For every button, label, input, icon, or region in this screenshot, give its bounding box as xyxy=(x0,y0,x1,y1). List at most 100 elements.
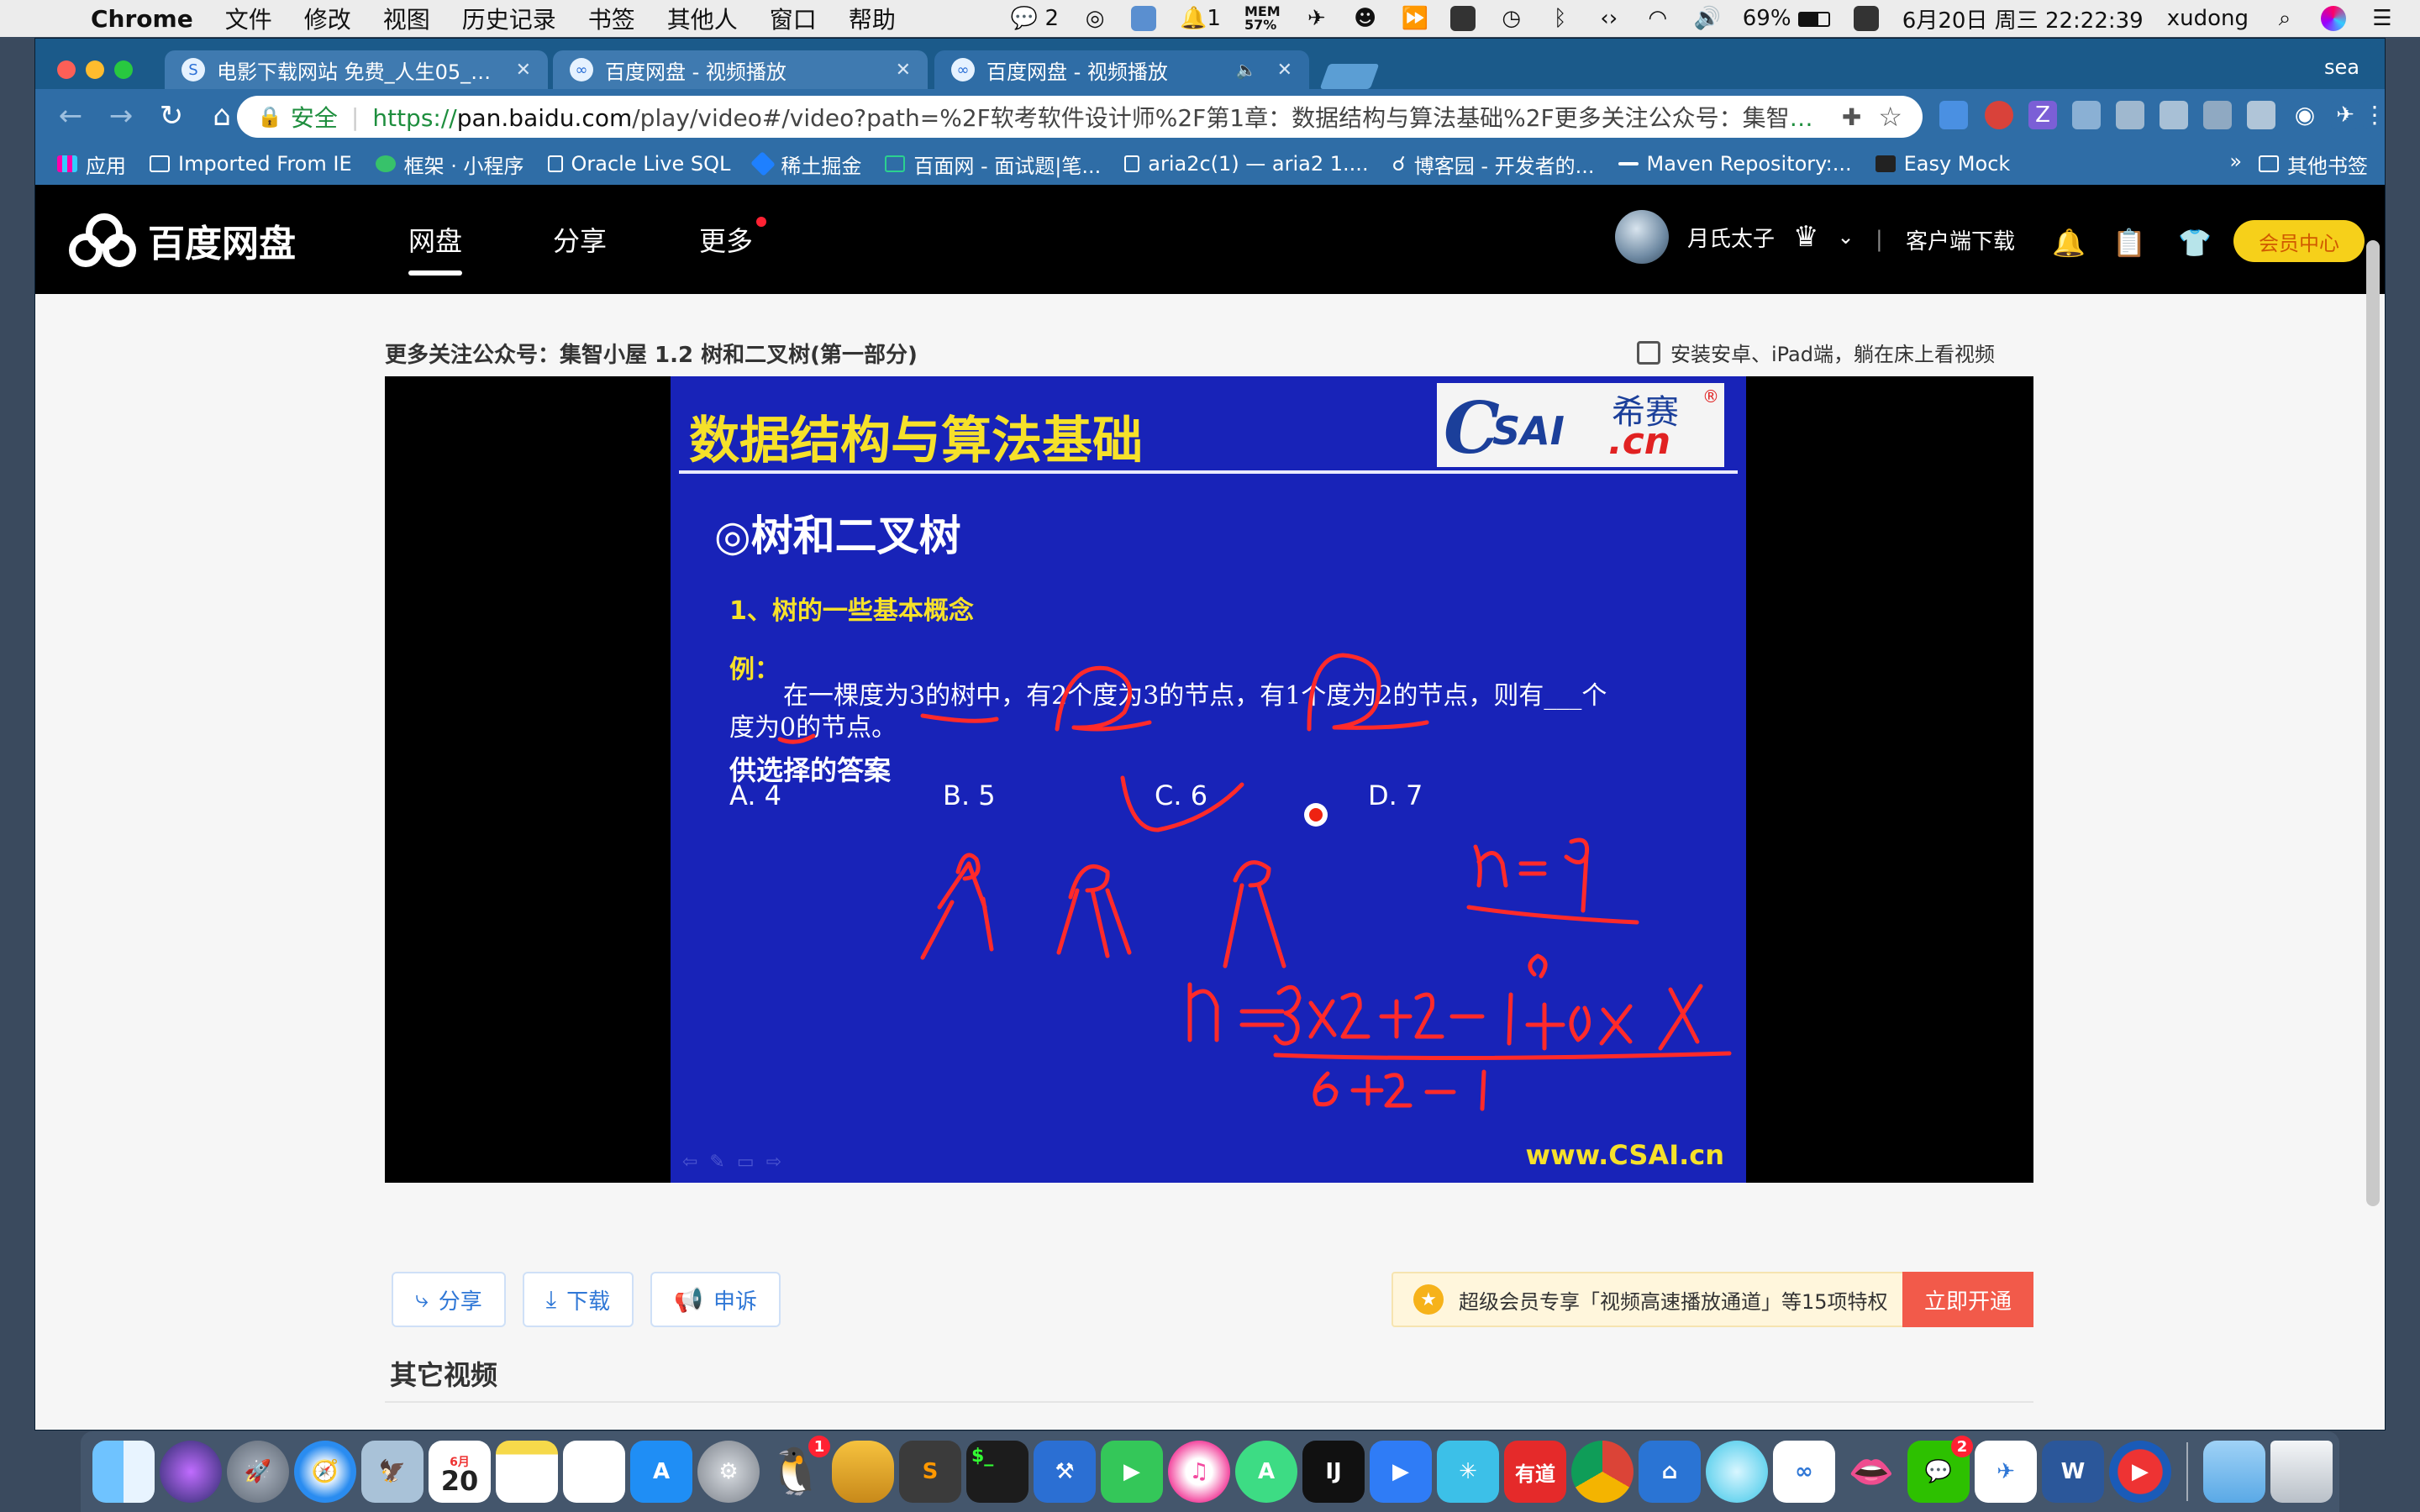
bookmark-miniprogram[interactable]: 框架 · 小程序 xyxy=(375,150,524,179)
itunes-icon[interactable]: ♫ xyxy=(1168,1441,1230,1503)
bookmark-maven[interactable]: Maven Repository:... xyxy=(1618,152,1852,176)
bookmarks-more-button[interactable]: » xyxy=(2229,150,2242,179)
tab-baidu-video-active[interactable]: ∞ 百度网盘 - 视频播放 🔈 ✕ xyxy=(934,50,1309,89)
chevron-down-icon[interactable]: ⌄ xyxy=(1838,225,1854,249)
code-brackets-icon[interactable]: ‹› xyxy=(1597,6,1622,31)
menu-bookmarks[interactable]: 书签 xyxy=(588,2,635,35)
launchpad-icon[interactable]: 🚀 xyxy=(227,1441,289,1503)
nav-netdisk[interactable]: 网盘 xyxy=(408,185,463,294)
adblock-extension-icon[interactable] xyxy=(1985,101,2013,129)
hand-extension-icon[interactable] xyxy=(2247,101,2275,129)
notes-icon[interactable] xyxy=(496,1441,558,1503)
volume-icon[interactable]: 🔊 xyxy=(1694,6,1721,31)
profile-name[interactable]: sea xyxy=(2324,55,2360,79)
reload-button[interactable]: ↻ xyxy=(146,99,197,133)
close-tab-icon[interactable]: ✕ xyxy=(1277,60,1292,81)
bluetooth-icon[interactable]: ᛒ xyxy=(1548,6,1573,31)
infuse-player-icon[interactable]: ▶ xyxy=(1370,1441,1432,1503)
nav-share[interactable]: 分享 xyxy=(553,185,607,294)
report-button[interactable]: 📢 申诉 xyxy=(650,1272,781,1327)
terminal-icon[interactable]: $_ xyxy=(966,1441,1028,1503)
intellij-idea-icon[interactable]: IJ xyxy=(1302,1441,1365,1503)
calendar-icon[interactable]: 6月 20 xyxy=(429,1441,491,1503)
clipboard-icon[interactable]: 📋 xyxy=(2112,228,2146,257)
chrome-menu-icon[interactable]: ⋮ xyxy=(2363,101,2385,129)
sourcetree-icon[interactable]: ⌂ xyxy=(1639,1441,1701,1503)
menu-window[interactable]: 窗口 xyxy=(770,2,817,35)
mail-bird-icon[interactable]: 🦅 xyxy=(361,1441,424,1503)
shield-extension-icon[interactable] xyxy=(2072,101,2101,129)
bookmark-juejin[interactable]: 稀土掘金 xyxy=(750,150,861,179)
sublime-status-icon[interactable] xyxy=(1853,6,1879,31)
user-avatar[interactable] xyxy=(1615,210,1669,264)
open-vip-button[interactable]: 立即开通 xyxy=(1902,1272,2033,1327)
reminders-icon[interactable] xyxy=(563,1441,625,1503)
wifi-icon[interactable]: ◠ xyxy=(1645,6,1670,31)
app-store-icon[interactable]: A xyxy=(630,1441,692,1503)
client-download-link[interactable]: 客户端下载 xyxy=(1906,185,2015,294)
feishu-icon[interactable]: ✈ xyxy=(1975,1441,2037,1503)
siri-icon[interactable] xyxy=(160,1441,222,1503)
extension-puzzle-icon[interactable]: ✚ xyxy=(1842,103,1861,131)
screen-recorder-icon[interactable]: ▶ xyxy=(2109,1441,2171,1503)
eye-extension-icon[interactable]: ◉ xyxy=(2291,101,2319,129)
menu-view[interactable]: 视图 xyxy=(383,2,430,35)
bookmark-easy-mock[interactable]: Easy Mock xyxy=(1875,152,2010,176)
menu-app-name[interactable]: Chrome xyxy=(91,5,193,33)
translate-extension-icon[interactable] xyxy=(1939,101,1968,129)
android-studio-icon[interactable]: A xyxy=(1235,1441,1297,1503)
bookmark-cnblogs[interactable]: ☌ 博客园 - 开发者的... xyxy=(1392,150,1595,179)
maximize-window-button[interactable] xyxy=(114,60,133,79)
xmind-status-icon[interactable] xyxy=(1131,6,1157,31)
notification-status-icon[interactable]: 🔔1 xyxy=(1180,6,1221,31)
sublime-text-icon[interactable]: S xyxy=(899,1441,961,1503)
xcode-icon[interactable]: ⚒ xyxy=(1034,1441,1096,1503)
audio-playing-icon[interactable]: 🔈 xyxy=(1236,60,1257,80)
baidu-netdisk-app-icon[interactable]: ∞ xyxy=(1773,1441,1835,1503)
safari-icon[interactable]: 🧭 xyxy=(294,1441,356,1503)
bookmark-aria2c[interactable]: aria2c(1) — aria2 1.... xyxy=(1124,152,1369,176)
paper-plane-icon[interactable]: ✈ xyxy=(1304,6,1329,31)
menu-history[interactable]: 历史记录 xyxy=(462,2,556,35)
tag-extension-icon[interactable] xyxy=(2203,101,2232,129)
close-tab-icon[interactable]: ✕ xyxy=(896,60,911,81)
spotlight-search-icon[interactable]: ⌕ xyxy=(2272,6,2297,32)
wechat-icon[interactable]: 💬 2 xyxy=(1907,1436,1973,1503)
downloads-folder-icon[interactable] xyxy=(2203,1441,2265,1503)
qq-status-icon[interactable]: ◎ xyxy=(1082,6,1107,31)
battery-status[interactable]: 69% xyxy=(1743,6,1830,31)
forward-button[interactable]: → xyxy=(96,99,146,133)
bookmark-oracle-live-sql[interactable]: Oracle Live SQL xyxy=(547,152,730,176)
menubar-user[interactable]: xudong xyxy=(2167,6,2249,31)
lips-app-icon[interactable]: 👄 xyxy=(1840,1441,1902,1503)
finder-icon[interactable] xyxy=(92,1441,155,1503)
bookmark-other[interactable]: 其他书签 xyxy=(2259,150,2368,179)
bell-icon[interactable]: 🔔 xyxy=(2052,228,2086,257)
wechat-status-icon[interactable]: 💬 2 xyxy=(1011,6,1059,31)
siri-icon[interactable] xyxy=(2321,6,2346,31)
vip-center-button[interactable]: 会员中心 xyxy=(2233,220,2365,262)
menu-help[interactable]: 帮助 xyxy=(849,2,896,35)
tab-baidu-video-1[interactable]: ∞ 百度网盘 - 视频播放 ✕ xyxy=(553,50,928,89)
fast-forward-icon[interactable]: ⏩ xyxy=(1402,6,1428,31)
tshirt-icon[interactable]: 👕 xyxy=(2178,228,2212,257)
notification-center-icon[interactable]: ☰ xyxy=(2370,6,2395,31)
download-button[interactable]: ⤓ 下载 xyxy=(522,1272,634,1327)
bookmark-imported-ie[interactable]: Imported From IE xyxy=(150,152,352,176)
zotero-extension-icon[interactable]: Z xyxy=(2028,101,2057,129)
time-machine-icon[interactable]: ◷ xyxy=(1499,6,1524,31)
alien-icon[interactable]: ☻ xyxy=(1353,6,1378,31)
menu-edit[interactable]: 修改 xyxy=(304,2,351,35)
back-button[interactable]: ← xyxy=(45,99,96,133)
bookmark-apps[interactable]: 应用 xyxy=(57,150,126,179)
youdao-dictionary-icon[interactable]: 有道 xyxy=(1504,1441,1566,1503)
chrome-icon[interactable] xyxy=(1571,1441,1634,1503)
user-menu[interactable]: 月氏太子 ♛ ⌄ xyxy=(1615,210,1854,264)
address-bar[interactable]: 🔒 安全 | https://pan.baidu.com/play/video#… xyxy=(237,96,1923,138)
close-tab-icon[interactable]: ✕ xyxy=(516,60,531,81)
minimize-window-button[interactable] xyxy=(86,60,104,79)
share-button[interactable]: ⤷ 分享 xyxy=(392,1272,506,1327)
facetime-icon[interactable]: ▶ xyxy=(1101,1441,1163,1503)
microphone-icon[interactable] xyxy=(1449,6,1476,31)
bookmark-star-icon[interactable]: ☆ xyxy=(1861,101,1902,133)
